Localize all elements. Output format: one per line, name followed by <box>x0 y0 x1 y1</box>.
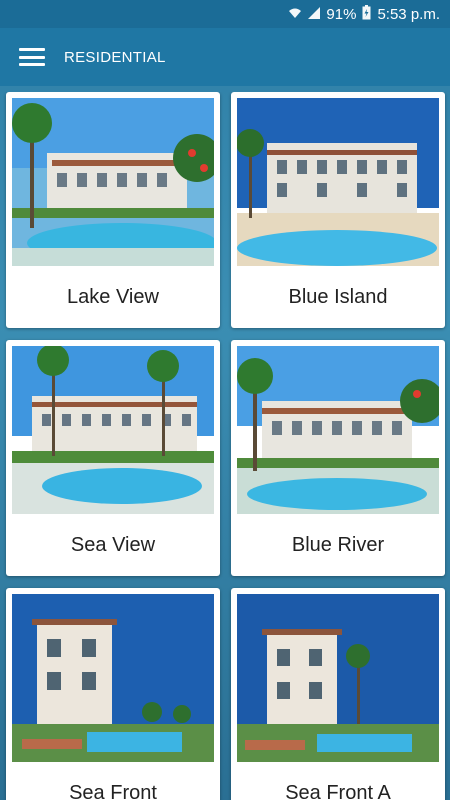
property-image <box>12 98 214 266</box>
battery-charging-icon <box>362 5 371 23</box>
property-image <box>237 594 439 762</box>
property-name: Sea Front A <box>285 781 391 800</box>
app-bar: RESIDENTIAL <box>0 28 450 86</box>
property-name: Blue River <box>291 533 385 556</box>
wifi-icon <box>288 7 302 22</box>
property-card[interactable]: Lake View <box>6 92 220 328</box>
status-bar: 91% 5:53 p.m. <box>0 0 450 28</box>
property-image <box>237 98 439 266</box>
menu-button[interactable] <box>0 28 64 86</box>
clock: 5:53 p.m. <box>377 5 440 23</box>
property-image <box>12 594 214 762</box>
property-card[interactable]: Blue River <box>231 340 445 576</box>
property-card[interactable]: Blue Island <box>231 92 445 328</box>
hamburger-menu-icon <box>19 48 45 66</box>
property-image <box>237 346 439 514</box>
property-card[interactable]: Sea Front A <box>231 588 445 800</box>
property-name: Sea View <box>70 533 156 556</box>
property-card[interactable]: Sea Front <box>6 588 220 800</box>
property-card[interactable]: Sea View <box>6 340 220 576</box>
property-name: Sea Front <box>69 781 157 800</box>
property-image <box>12 346 214 514</box>
property-name: Blue Island <box>288 285 388 308</box>
property-grid: Lake View Blue Island Sea View Blue Rive… <box>0 92 450 800</box>
page-title: RESIDENTIAL <box>64 48 166 66</box>
signal-icon <box>308 6 321 22</box>
battery-level: 91% <box>326 5 357 23</box>
property-name: Lake View <box>67 285 159 308</box>
